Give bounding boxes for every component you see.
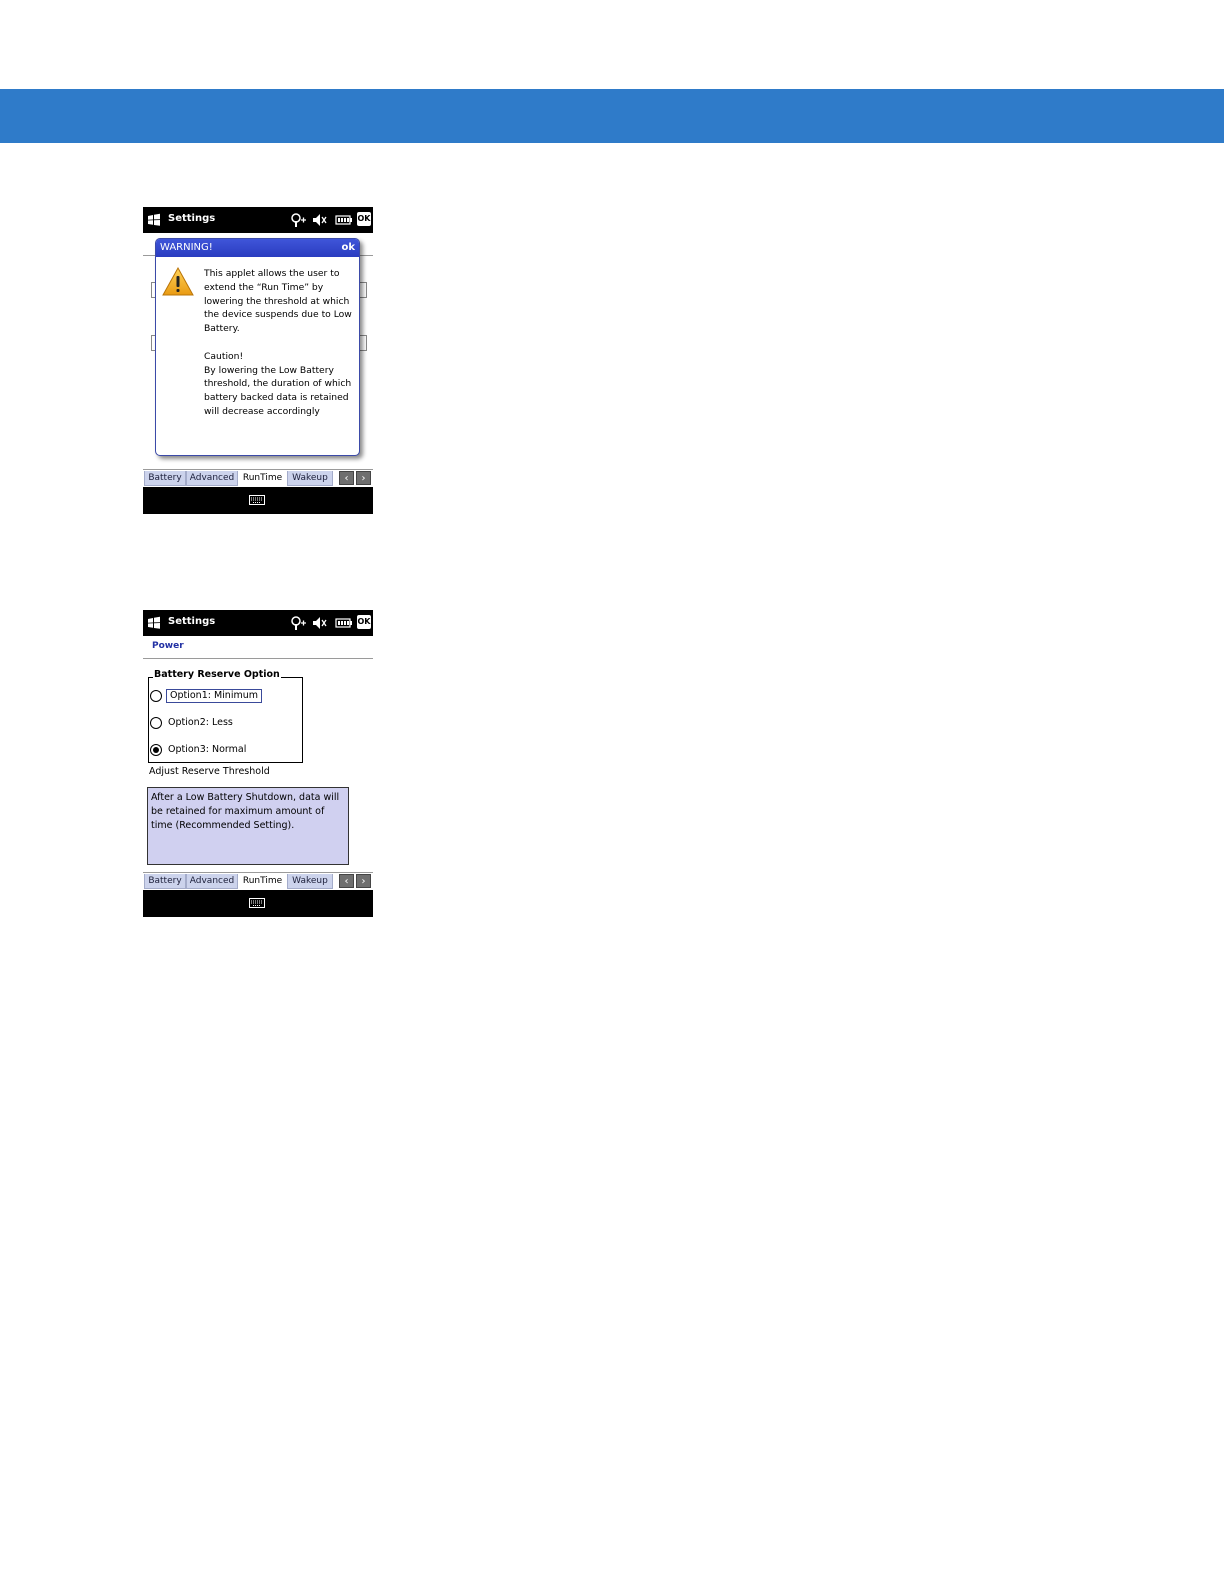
bottom-bar xyxy=(143,487,373,514)
warning-icon xyxy=(162,267,194,296)
volume-muted-icon[interactable] xyxy=(311,212,327,228)
option2-radio[interactable] xyxy=(150,717,162,729)
page-banner xyxy=(0,89,1224,143)
tab-wakeup[interactable]: Wakeup xyxy=(287,471,333,486)
keyboard-icon[interactable] xyxy=(249,898,265,908)
option2-label[interactable]: Option2: Less xyxy=(168,717,233,729)
description-box: After a Low Battery Shutdown, data will … xyxy=(147,787,349,865)
page-title: Power xyxy=(152,641,184,651)
warning-dialog: WARNING! ok This applet allows the user … xyxy=(155,238,360,456)
title-bar: Settings OK xyxy=(143,610,373,636)
option3-label[interactable]: Option3: Normal xyxy=(168,744,246,756)
keyboard-icon[interactable] xyxy=(249,495,265,505)
tab-scroll-right-icon[interactable]: › xyxy=(356,471,371,485)
tab-advanced[interactable]: Advanced xyxy=(186,874,238,889)
app-title: Settings xyxy=(168,213,216,224)
adjust-threshold-label: Adjust Reserve Threshold xyxy=(149,766,270,777)
radio-selected-dot xyxy=(153,747,159,753)
tab-advanced[interactable]: Advanced xyxy=(186,471,238,486)
battery-icon[interactable] xyxy=(335,212,353,228)
tab-runtime[interactable]: RunTime xyxy=(238,471,287,486)
tab-wakeup[interactable]: Wakeup xyxy=(287,874,333,889)
ok-button[interactable]: OK xyxy=(357,212,371,226)
tab-battery[interactable]: Battery xyxy=(144,874,186,889)
tab-scroll-right-icon[interactable]: › xyxy=(356,874,371,888)
volume-muted-icon[interactable] xyxy=(311,615,327,631)
windows-start-icon[interactable] xyxy=(147,616,161,630)
tab-bar: Battery Advanced RunTime Wakeup ‹ › xyxy=(143,469,373,488)
dialog-message: This applet allows the user to extend th… xyxy=(204,268,352,417)
windows-start-icon[interactable] xyxy=(147,213,161,227)
app-title: Settings xyxy=(168,616,216,627)
option1-label[interactable]: Option1: Minimum xyxy=(166,689,262,703)
device-screen-runtime: Settings OK Power Battery Reserve Option… xyxy=(143,610,373,917)
dialog-ok-button[interactable]: ok xyxy=(341,242,355,253)
dialog-title: WARNING! xyxy=(160,242,213,253)
header: Power xyxy=(143,636,373,659)
tab-scroll-left-icon[interactable]: ‹ xyxy=(339,874,354,888)
ok-button[interactable]: OK xyxy=(357,615,371,629)
tab-runtime[interactable]: RunTime xyxy=(238,874,287,889)
signal-icon[interactable] xyxy=(290,212,308,228)
tab-battery[interactable]: Battery xyxy=(144,471,186,486)
tab-scroll-left-icon[interactable]: ‹ xyxy=(339,471,354,485)
signal-icon[interactable] xyxy=(290,615,308,631)
title-bar: Settings OK xyxy=(143,207,373,233)
option1-radio[interactable] xyxy=(150,690,162,702)
option3-radio[interactable] xyxy=(150,744,162,756)
device-screen-warning: Settings OK WARNING! ok This applet allo… xyxy=(143,207,373,514)
dialog-title-bar: WARNING! ok xyxy=(156,239,359,257)
groupbox-title: Battery Reserve Option xyxy=(153,669,281,680)
battery-icon[interactable] xyxy=(335,615,353,631)
tab-bar: Battery Advanced RunTime Wakeup ‹ › xyxy=(143,872,373,891)
bottom-bar xyxy=(143,890,373,917)
